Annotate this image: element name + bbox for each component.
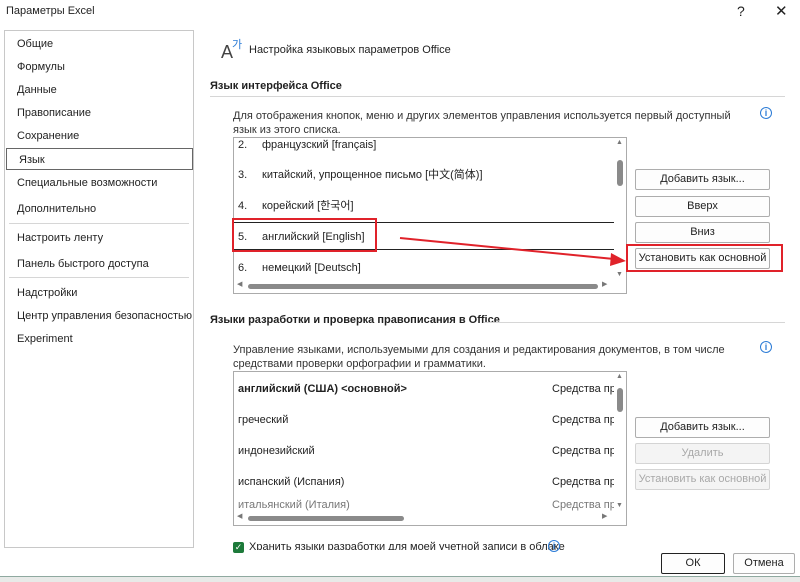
- annotation-arrow-head: [610, 253, 626, 266]
- annotation-arrow-line: [399, 237, 615, 260]
- cancel-button[interactable]: Отмена: [733, 553, 795, 574]
- annotation-arrow: [399, 237, 626, 266]
- bottom-edge: [0, 576, 800, 582]
- ok-button[interactable]: ОК: [661, 553, 725, 574]
